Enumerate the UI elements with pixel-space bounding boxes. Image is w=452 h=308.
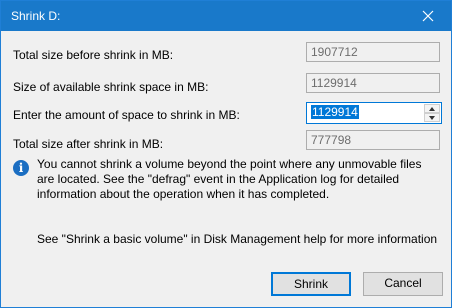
close-icon [422,10,434,22]
total-after-label: Total size after shrink in MB: [13,137,164,151]
total-after-field: 777798 [306,130,440,150]
help-text: See "Shrink a basic volume" in Disk Mana… [37,232,438,246]
title-bar[interactable]: Shrink D: [1,1,451,31]
increment-button[interactable] [424,104,440,113]
shrink-amount-stepper: 1129914 [306,102,442,124]
info-message: You cannot shrink a volume beyond the po… [37,157,422,201]
up-arrow-icon [429,107,435,111]
down-arrow-icon [429,116,435,120]
shrink-dialog: Shrink D: Total size before shrink in MB… [0,0,452,308]
close-button[interactable] [405,1,451,31]
shrink-amount-input[interactable]: 1129914 [309,105,421,121]
shrink-amount-label: Enter the amount of space to shrink in M… [13,108,240,122]
cancel-button[interactable]: Cancel [363,272,443,296]
dialog-title: Shrink D: [11,9,61,23]
available-space-label: Size of available shrink space in MB: [13,80,209,94]
shrink-button[interactable]: Shrink [271,272,351,296]
decrement-button[interactable] [424,113,440,122]
shrink-amount-value: 1129914 [311,105,359,119]
available-space-field: 1129914 [306,73,440,93]
spin-buttons [424,104,440,122]
info-icon: i [13,160,29,176]
total-before-field: 1907712 [306,42,440,62]
total-before-label: Total size before shrink in MB: [13,48,174,62]
